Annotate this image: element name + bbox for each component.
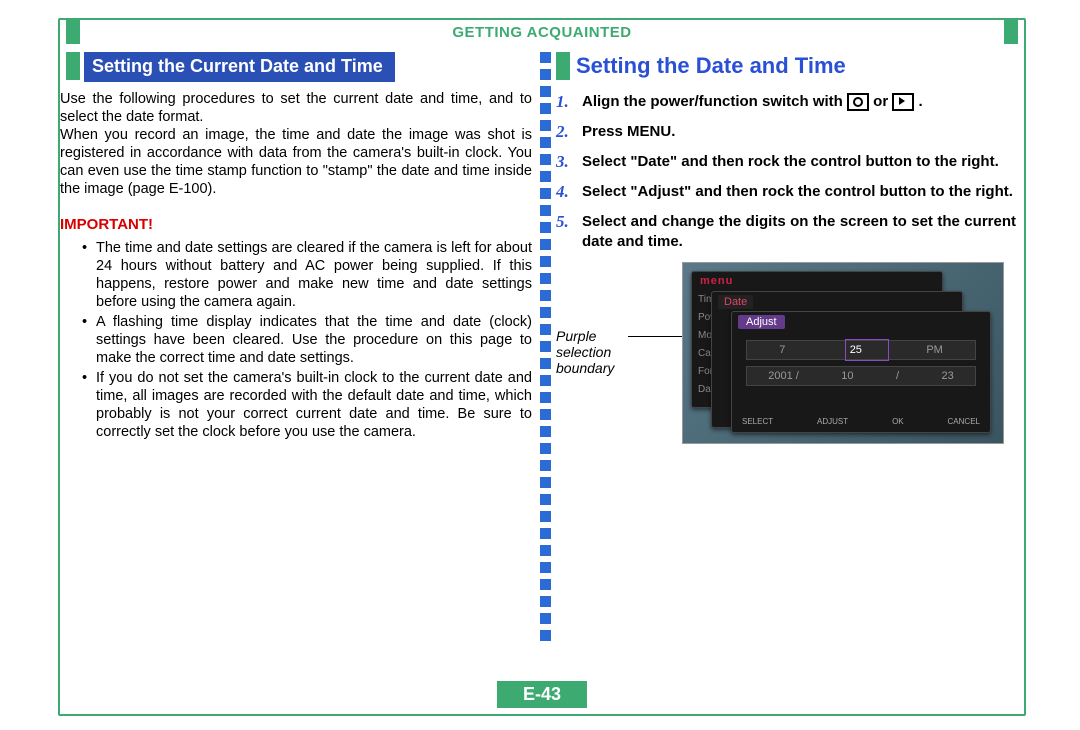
hint: OK	[892, 417, 904, 426]
callout-text: Purple selection boundary	[556, 328, 614, 376]
step-text: Press MENU.	[582, 122, 1016, 142]
step-2: 2. Press MENU.	[556, 122, 1016, 142]
step-1-pre: Align the power/function switch with	[582, 93, 847, 110]
step-1: 1. Align the power/function switch with …	[556, 92, 1016, 112]
step-text: Align the power/function switch with or …	[582, 92, 1016, 112]
step-3: 3. Select "Date" and then rock the contr…	[556, 152, 1016, 172]
page-frame: GETTING ACQUAINTED Setting the Current D…	[58, 18, 1026, 716]
bottom-hints: SELECT ADJUST OK CANCEL	[742, 417, 980, 426]
cell: 23	[941, 370, 953, 382]
side-item: Mo	[698, 330, 712, 341]
step-number: 4.	[556, 182, 582, 202]
heading-accent	[556, 52, 570, 80]
purple-selection-box	[845, 339, 889, 361]
tab-adjust: Adjust	[738, 315, 785, 329]
left-para-1: Use the following procedures to set the …	[60, 90, 538, 126]
page-number: E-43	[497, 681, 587, 708]
section-title: GETTING ACQUAINTED	[60, 24, 1024, 41]
step-number: 1.	[556, 92, 582, 112]
step-1-post: .	[919, 93, 923, 110]
step-4: 4. Select "Adjust" and then rock the con…	[556, 182, 1016, 202]
step-text: Select and change the digits on the scre…	[582, 212, 1016, 252]
hint: SELECT	[742, 417, 773, 426]
left-column: Setting the Current Date and Time Use th…	[60, 52, 538, 443]
lcd-screen: menu Time Pow Mo Card Form Date Date Adj…	[682, 262, 1004, 444]
cell: PM	[926, 344, 943, 356]
time-row: 7 25 PM	[746, 340, 976, 360]
menu-label: menu	[700, 275, 733, 287]
right-heading: Setting the Date and Time	[576, 53, 846, 79]
list-item: If you do not set the camera's built-in …	[60, 369, 538, 441]
list-item: A flashing time display indicates that t…	[60, 313, 538, 367]
menu-window-3: Adjust 7 25 PM 2001 / 10 / 23 SELECT	[731, 311, 991, 433]
camera-icon	[847, 93, 869, 111]
important-label: IMPORTANT!	[60, 216, 538, 233]
lcd-figure: Purple selection boundary menu Time Pow …	[556, 262, 1016, 462]
heading-accent	[66, 52, 80, 80]
date-row: 2001 / 10 / 23	[746, 366, 976, 386]
cell: 10	[841, 370, 853, 382]
header-strip: GETTING ACQUAINTED	[60, 20, 1024, 44]
right-column: Setting the Date and Time 1. Align the p…	[556, 52, 1016, 462]
step-1-mid: or	[873, 93, 892, 110]
callout-line	[628, 336, 682, 337]
hint: CANCEL	[948, 417, 980, 426]
step-number: 2.	[556, 122, 582, 142]
left-heading-bar: Setting the Current Date and Time	[66, 52, 538, 82]
column-divider	[540, 52, 551, 632]
step-number: 5.	[556, 212, 582, 252]
step-5: 5. Select and change the digits on the s…	[556, 212, 1016, 252]
cell: /	[896, 370, 899, 382]
left-heading: Setting the Current Date and Time	[84, 52, 395, 82]
cell: 7	[779, 344, 785, 356]
step-number: 3.	[556, 152, 582, 172]
left-para-2: When you record an image, the time and d…	[60, 126, 538, 198]
tab-date: Date	[718, 295, 753, 309]
hint: ADJUST	[817, 417, 848, 426]
list-item: The time and date settings are cleared i…	[60, 239, 538, 311]
step-text: Select "Date" and then rock the control …	[582, 152, 1016, 172]
step-text: Select "Adjust" and then rock the contro…	[582, 182, 1016, 202]
right-heading-row: Setting the Date and Time	[556, 52, 1016, 80]
cell: 2001 /	[768, 370, 799, 382]
playback-icon	[892, 93, 914, 111]
important-list: The time and date settings are cleared i…	[60, 239, 538, 441]
